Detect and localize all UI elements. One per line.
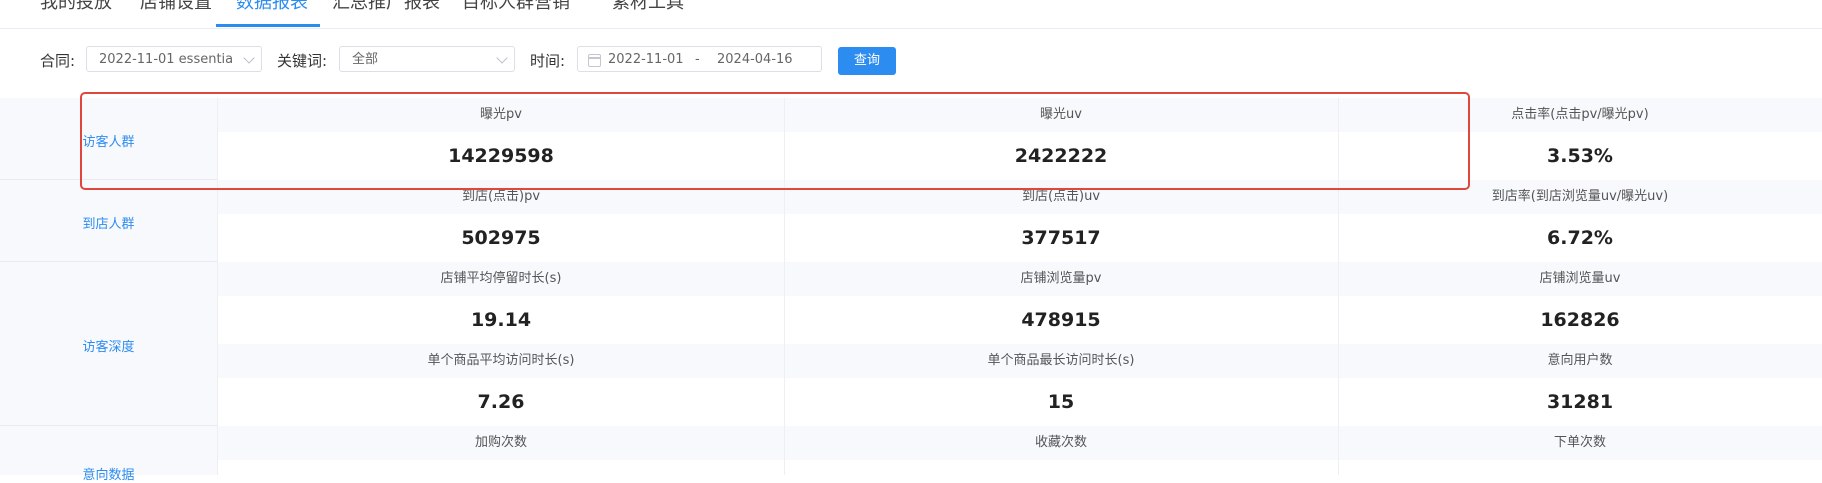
date-start: 2022-11-01: [608, 52, 684, 67]
metric-header: 单个商品平均访问时长(s): [427, 353, 575, 368]
section-label-store-visitors: 到店人群: [0, 180, 218, 262]
header-row: 单个商品平均访问时长(s) 单个商品最长访问时长(s) 意向用户数: [218, 344, 1822, 378]
value-row: 502975 377517 6.72%: [218, 214, 1822, 263]
metric-header: 店铺浏览量uv: [1539, 271, 1621, 286]
metric-value: 15: [1047, 391, 1075, 413]
active-tab-indicator: [216, 24, 320, 27]
section-name: 访客深度: [82, 340, 135, 355]
top-tabs: 我的投放 店铺设置 数据报表 汇总推广报表 目标人群营销 素材工具: [0, 0, 1822, 29]
metric-value: 502975: [461, 227, 541, 249]
keyword-select[interactable]: 全部: [339, 46, 515, 72]
metric-header: 收藏次数: [1034, 435, 1087, 450]
query-button[interactable]: 查询: [838, 47, 896, 75]
metric-header: 单个商品最长访问时长(s): [987, 353, 1135, 368]
tab-data-report[interactable]: 数据报表: [236, 0, 308, 14]
metric-header: 店铺浏览量pv: [1020, 271, 1102, 286]
value-row: 19.14 478915 162826: [218, 296, 1822, 345]
date-separator: -: [695, 52, 700, 67]
contract-select-value: 2022-11-01 essentia: [99, 52, 234, 67]
chevron-down-icon: [243, 52, 255, 64]
date-range-picker[interactable]: 2022-11-01 - 2024-04-16: [577, 46, 822, 72]
section-label-visit-depth: 访客深度: [0, 262, 218, 426]
time-label: 时间:: [530, 52, 566, 70]
section-name: 到店人群: [82, 217, 135, 232]
filter-bar: 合同: 2022-11-01 essentia 关键词: 全部 时间: 2022…: [0, 40, 1822, 88]
tab-material-tools[interactable]: 素材工具: [612, 0, 684, 14]
tab-store-settings[interactable]: 店铺设置: [140, 0, 212, 14]
metric-value: 377517: [1021, 227, 1101, 249]
contract-label: 合同:: [40, 52, 76, 70]
header-row: 店铺平均停留时长(s) 店铺浏览量pv 店铺浏览量uv: [218, 262, 1822, 296]
keyword-select-value: 全部: [352, 52, 379, 67]
calendar-icon: [588, 54, 601, 67]
tab-audience-marketing[interactable]: 目标人群营销: [462, 0, 570, 14]
metric-value: 31281: [1546, 391, 1614, 413]
metric-value: 19.14: [470, 309, 532, 331]
metric-value: 7.26: [477, 391, 525, 413]
keyword-label: 关键词:: [277, 52, 328, 70]
date-end: 2024-04-16: [717, 52, 793, 67]
header-row: 加购次数 收藏次数 下单次数: [218, 426, 1822, 460]
tab-my-campaigns[interactable]: 我的投放: [40, 0, 112, 14]
highlight-box: [80, 92, 1470, 190]
tab-summary-report[interactable]: 汇总推广报表: [332, 0, 440, 14]
section-name: 意向数据: [82, 468, 135, 483]
value-row: 7.26 15 31281: [218, 378, 1822, 427]
chevron-down-icon: [496, 52, 508, 64]
metric-header: 下单次数: [1553, 435, 1606, 450]
metric-value: 162826: [1540, 309, 1620, 331]
section-label-intent-data: 意向数据: [0, 426, 218, 483]
metric-value: 6.72%: [1547, 227, 1613, 249]
metric-header: 加购次数: [474, 435, 527, 450]
metric-header: 店铺平均停留时长(s): [440, 271, 562, 286]
metric-header: 意向用户数: [1547, 353, 1613, 368]
metric-value: 478915: [1021, 309, 1101, 331]
contract-select[interactable]: 2022-11-01 essentia: [86, 46, 262, 72]
